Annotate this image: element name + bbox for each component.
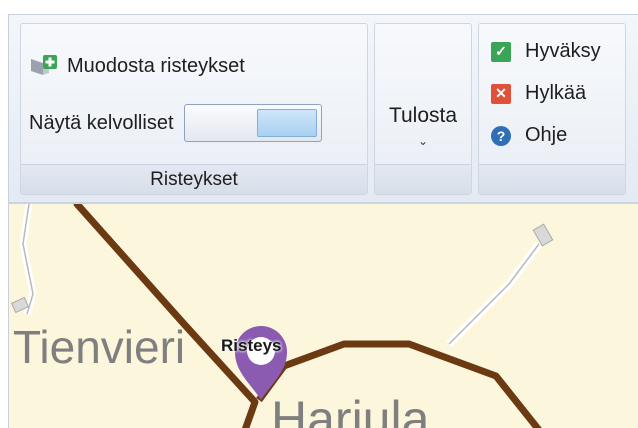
print-label: Tulosta — [388, 104, 458, 127]
place-label-harjula: Harjula — [271, 391, 430, 428]
approve-label: Hyväksy — [525, 40, 601, 62]
create-intersections-icon — [29, 53, 59, 79]
ribbon: Muodosta risteykset Näytä kelvolliset Ri… — [8, 14, 638, 202]
risteykset-group-title: Risteykset — [21, 164, 367, 194]
actions-group-footer — [479, 164, 625, 194]
show-valid-row: Näytä kelvolliset — [29, 104, 322, 142]
main-road — [241, 400, 259, 428]
help-icon: ? — [491, 125, 511, 146]
place-label-tienvieri: Tienvieri — [13, 321, 186, 373]
minor-road — [446, 241, 543, 347]
actions-group: ✓ Hyväksy ✕ Hylkää ? Ohje — [478, 23, 626, 195]
risteykset-group: Muodosta risteykset Näytä kelvolliset Ri… — [20, 23, 368, 195]
help-label: Ohje — [525, 124, 568, 146]
help-button[interactable]: ? Ohje — [491, 124, 567, 147]
chevron-down-icon: ⌄ — [417, 134, 429, 148]
show-valid-toggle[interactable] — [183, 104, 322, 142]
print-group-footer — [375, 164, 471, 194]
print-group: Tulosta ⌄ — [374, 23, 472, 195]
create-intersections-label: Muodosta risteykset — [67, 54, 245, 77]
toggle-knob[interactable] — [256, 109, 317, 137]
reject-label: Hylkää — [525, 82, 587, 104]
create-intersections-button[interactable]: Muodosta risteykset — [29, 50, 245, 82]
check-icon: ✓ — [491, 41, 511, 62]
close-icon: ✕ — [491, 83, 511, 104]
reject-button[interactable]: ✕ Hylkää — [491, 82, 586, 105]
print-button[interactable]: Tulosta ⌄ — [375, 104, 471, 148]
show-valid-label: Näytä kelvolliset — [29, 111, 174, 134]
approve-button[interactable]: ✓ Hyväksy — [491, 40, 601, 63]
pin-label: Risteys — [221, 336, 282, 355]
map-view[interactable]: Tienvieri Harjula Risteys — [8, 202, 638, 428]
